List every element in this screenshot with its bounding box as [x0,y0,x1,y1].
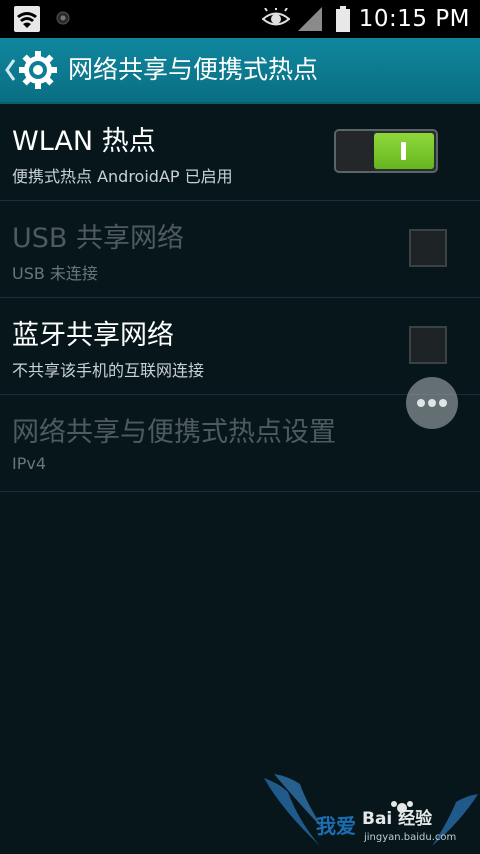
status-bar: 10:15 PM [0,0,480,38]
baidu-watermark: 我爱 Bai 经验 jingyan.baidu.com [262,770,480,854]
wlan-hotspot-subtitle: 便携式热点 AndroidAP 已启用 [12,167,233,186]
toggle-on-thumb [374,133,434,169]
wlan-hotspot-toggle[interactable] [334,129,438,173]
action-bar: 网络共享与便携式热点 [0,38,480,104]
settings-list: WLAN 热点 便携式热点 AndroidAP 已启用 USB 共享网络 USB… [0,104,480,492]
bluetooth-tethering-row[interactable]: 蓝牙共享网络 不共享该手机的互联网连接 [0,298,480,395]
settings-gear-icon [19,51,57,89]
usb-tethering-row: USB 共享网络 USB 未连接 [0,201,480,298]
wlan-hotspot-row[interactable]: WLAN 热点 便携式热点 AndroidAP 已启用 [0,104,480,201]
page-title: 网络共享与便携式热点 [68,55,319,84]
chevron-left-icon [5,59,16,81]
bluetooth-tethering-subtitle: 不共享该手机的互联网连接 [12,361,205,380]
hotspot-settings-subtitle: IPv4 [12,454,47,473]
more-dots-icon [417,399,425,407]
toggle-off-track [336,131,374,171]
bluetooth-tethering-checkbox[interactable] [409,326,447,364]
status-time: 10:15 PM [358,6,470,32]
screen: 10:15 PM 网络共享与便携式热点 WLAN 热点 便携式热点 Androi… [0,0,480,854]
more-dots-icon [439,399,447,407]
signal-icon [298,7,322,31]
usb-tethering-subtitle: USB 未连接 [12,264,98,283]
more-dots-icon [428,399,436,407]
usb-tethering-checkbox [409,229,447,267]
watermark-text-2: Bai 经验 [362,809,433,829]
battery-icon [336,6,350,32]
bluetooth-tethering-title: 蓝牙共享网络 [12,320,174,351]
floating-more-button[interactable] [406,377,458,429]
back-button[interactable] [0,38,66,102]
eye-icon [262,8,290,26]
watermark-url: jingyan.baidu.com [364,832,457,843]
wifi-icon [14,6,40,32]
usb-tethering-title: USB 共享网络 [12,223,185,254]
toggle-on-indicator [401,142,406,160]
wlan-hotspot-title: WLAN 热点 [12,126,156,157]
notification-dot-icon [56,11,70,25]
hotspot-settings-title: 网络共享与便携式热点设置 [12,417,336,448]
watermark-text-1: 我爱 [316,814,356,838]
